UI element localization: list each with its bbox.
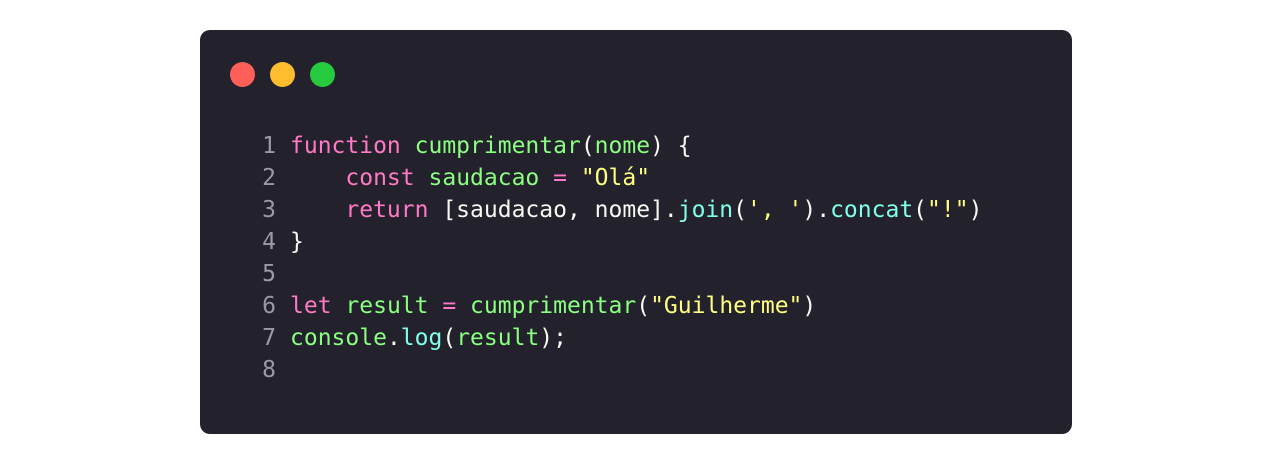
window-controls [230, 62, 335, 87]
code-line: 7 console.log(result); [248, 322, 982, 354]
code-token: = [428, 293, 471, 319]
line-content: } [290, 226, 304, 258]
line-number: 3 [262, 197, 276, 223]
code-line: 2 const saudacao = "Olá" [248, 162, 982, 194]
line-number: 2 [262, 165, 276, 191]
code-token: ) { [650, 133, 692, 159]
code-block: 1 function cumprimentar(nome) {2 const sa… [248, 130, 982, 386]
code-token: cumprimentar [414, 133, 581, 159]
line-content: const saudacao = "Olá" [290, 162, 650, 194]
code-token: log [400, 325, 443, 351]
code-token: result [345, 293, 429, 319]
code-line: 4} [248, 226, 982, 258]
line-content: return [saudacao, nome].join(', ').conca… [290, 194, 982, 226]
code-token: saudacao [428, 165, 540, 191]
code-token: console [290, 325, 387, 351]
code-token: [saudacao, nome]. [428, 197, 678, 223]
code-token: return [345, 197, 429, 223]
code-token: join [677, 197, 734, 223]
code-token: ). [802, 197, 831, 223]
line-content: function cumprimentar(nome) { [290, 130, 692, 162]
code-token: ( [580, 133, 595, 159]
code-token: ( [636, 293, 651, 319]
code-token: ( [442, 325, 457, 351]
code-window: 1 function cumprimentar(nome) {2 const sa… [200, 30, 1072, 434]
code-token: ) [802, 293, 817, 319]
line-number: 1 [262, 133, 276, 159]
code-token: "Guilherme" [650, 293, 803, 319]
code-token: const [345, 165, 415, 191]
code-token: concat [830, 197, 914, 223]
code-token: cumprimentar [470, 293, 637, 319]
zoom-dot-icon [310, 62, 335, 87]
code-token: } [290, 229, 304, 255]
code-token: = [539, 165, 581, 191]
close-dot-icon [230, 62, 255, 87]
code-token: function [290, 133, 401, 159]
code-token: ( [733, 197, 747, 223]
line-number: 5 [262, 261, 276, 287]
code-token: ', ' [746, 197, 803, 223]
line-number: 7 [262, 325, 276, 351]
code-token: ) [968, 197, 983, 223]
minimize-dot-icon [270, 62, 295, 87]
line-content: let result = cumprimentar("Guilherme") [290, 290, 816, 322]
code-line: 1 function cumprimentar(nome) { [248, 130, 982, 162]
code-line: 6 let result = cumprimentar("Guilherme") [248, 290, 982, 322]
code-token: ); [539, 325, 567, 351]
code-token: nome [594, 133, 651, 159]
line-number: 4 [262, 229, 276, 255]
code-token: result [456, 325, 540, 351]
code-token: "!" [927, 197, 969, 223]
line-number: 8 [262, 357, 276, 383]
code-line: 5 [248, 258, 982, 290]
code-token: . [386, 325, 401, 351]
code-token: ( [913, 197, 928, 223]
line-content: console.log(result); [290, 322, 567, 354]
code-token: let [290, 293, 332, 319]
code-token: "Olá" [580, 165, 651, 191]
code-line: 3 return [saudacao, nome].join(', ').con… [248, 194, 982, 226]
line-number: 6 [262, 293, 276, 319]
code-line: 8 [248, 354, 982, 386]
